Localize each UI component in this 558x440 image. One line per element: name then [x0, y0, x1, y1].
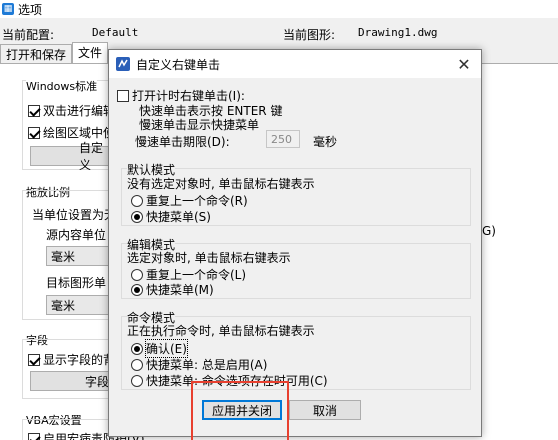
unit-set-label: 当单位设置为无 — [32, 208, 117, 222]
command-mode-desc: 正在执行命令时, 单击鼠标右键表示 — [127, 324, 315, 338]
config-label: 当前配置: — [2, 28, 55, 42]
options-titlebar: ▦ 选项 — [0, 0, 558, 18]
options-tabs: 打开和保存 文件 — [0, 42, 109, 64]
default-repeat-label: 重复上一个命令(R) — [146, 194, 248, 208]
radio — [131, 374, 143, 387]
duration-value: 250 — [271, 132, 292, 146]
dialog-titlebar: 自定义右键单击 ✕ — [109, 50, 481, 78]
cancel-button[interactable]: 取消 — [289, 400, 361, 420]
target-unit-value: 毫米 — [51, 298, 76, 313]
default-mode-desc: 没有选定对象时, 单击鼠标右键表示 — [127, 177, 315, 191]
app-icon — [116, 57, 130, 71]
radio — [131, 342, 143, 355]
tab-files[interactable]: 文件 — [72, 42, 109, 64]
show-field-check[interactable]: 显示字段的背 — [28, 351, 115, 368]
edit-menu-label: 快捷菜单(M) — [146, 283, 214, 297]
checkbox — [28, 432, 40, 440]
duration-label: 慢速单击期限(D): — [135, 135, 230, 149]
tab-open-save[interactable]: 打开和保存 — [0, 44, 73, 64]
cancel-label: 取消 — [312, 403, 337, 418]
custom-right-click-button[interactable]: 自定义 — [30, 141, 110, 172]
edit-mode-desc: 选定对象时, 单击鼠标右键表示 — [127, 251, 291, 265]
source-unit-value: 毫米 — [51, 249, 76, 264]
command-confirm-label: 确认(E) — [145, 339, 188, 358]
checkbox — [117, 89, 129, 102]
command-menu-always-label: 快捷菜单: 总是启用(A) — [146, 358, 268, 372]
radio — [131, 194, 143, 207]
right-fragment: G) — [482, 224, 496, 238]
window-title: 选项 — [18, 2, 43, 17]
edit-menu-radio[interactable]: 快捷菜单(M) — [131, 281, 214, 298]
close-icon[interactable]: ✕ — [451, 52, 477, 76]
target-unit-select[interactable]: 毫米 — [46, 295, 112, 315]
command-menu-always-radio[interactable]: 快捷菜单: 总是启用(A) — [131, 356, 267, 373]
default-repeat-radio[interactable]: 重复上一个命令(R) — [131, 192, 248, 209]
dialog-title: 自定义右键单击 — [136, 57, 221, 72]
dblclick-edit-label: 双击进行编辑 — [43, 104, 116, 118]
config-value: Default — [92, 26, 139, 39]
source-unit-select[interactable]: 毫米 — [46, 246, 112, 266]
custom-button-label: 自定义 — [79, 141, 104, 172]
app-icon: ▦ — [2, 3, 14, 15]
command-confirm-radio[interactable]: 确认(E) — [131, 339, 188, 358]
profile-info: 当前配置: Default 当前图形: Drawing1.dwg — [0, 26, 558, 42]
field-button-label: 字段 — [85, 374, 110, 389]
checkbox — [28, 353, 40, 366]
default-menu-radio[interactable]: 快捷菜单(S) — [131, 208, 211, 225]
duration-unit: 毫秒 — [313, 135, 338, 149]
show-field-label: 显示字段的背 — [43, 353, 116, 367]
duration-input[interactable]: 250 — [266, 130, 300, 148]
drawing-value: Drawing1.dwg — [358, 26, 438, 39]
radio — [131, 358, 143, 371]
slow-click-line: 慢速单击显示快捷菜单 — [139, 118, 260, 132]
custom-right-click-dialog: 自定义右键单击 ✕ 打开计时右键单击(I): 快速单击表示按 ENTER 键 慢… — [108, 49, 482, 437]
field-settings-button[interactable]: 字段 — [30, 371, 110, 391]
radio — [131, 210, 143, 223]
windows-std-label: Windows标准 — [26, 78, 98, 94]
drawing-label: 当前图形: — [283, 28, 336, 42]
checkbox — [28, 126, 40, 139]
radio — [131, 283, 143, 296]
radio — [131, 268, 143, 281]
default-menu-label: 快捷菜单(S) — [146, 210, 211, 224]
target-unit-label: 目标图形单 — [46, 276, 107, 290]
checkbox — [28, 104, 40, 117]
source-unit-label: 源内容单位 — [46, 228, 107, 242]
dblclick-edit-check[interactable]: 双击进行编辑 — [28, 102, 115, 119]
highlight-annotation — [191, 381, 289, 440]
